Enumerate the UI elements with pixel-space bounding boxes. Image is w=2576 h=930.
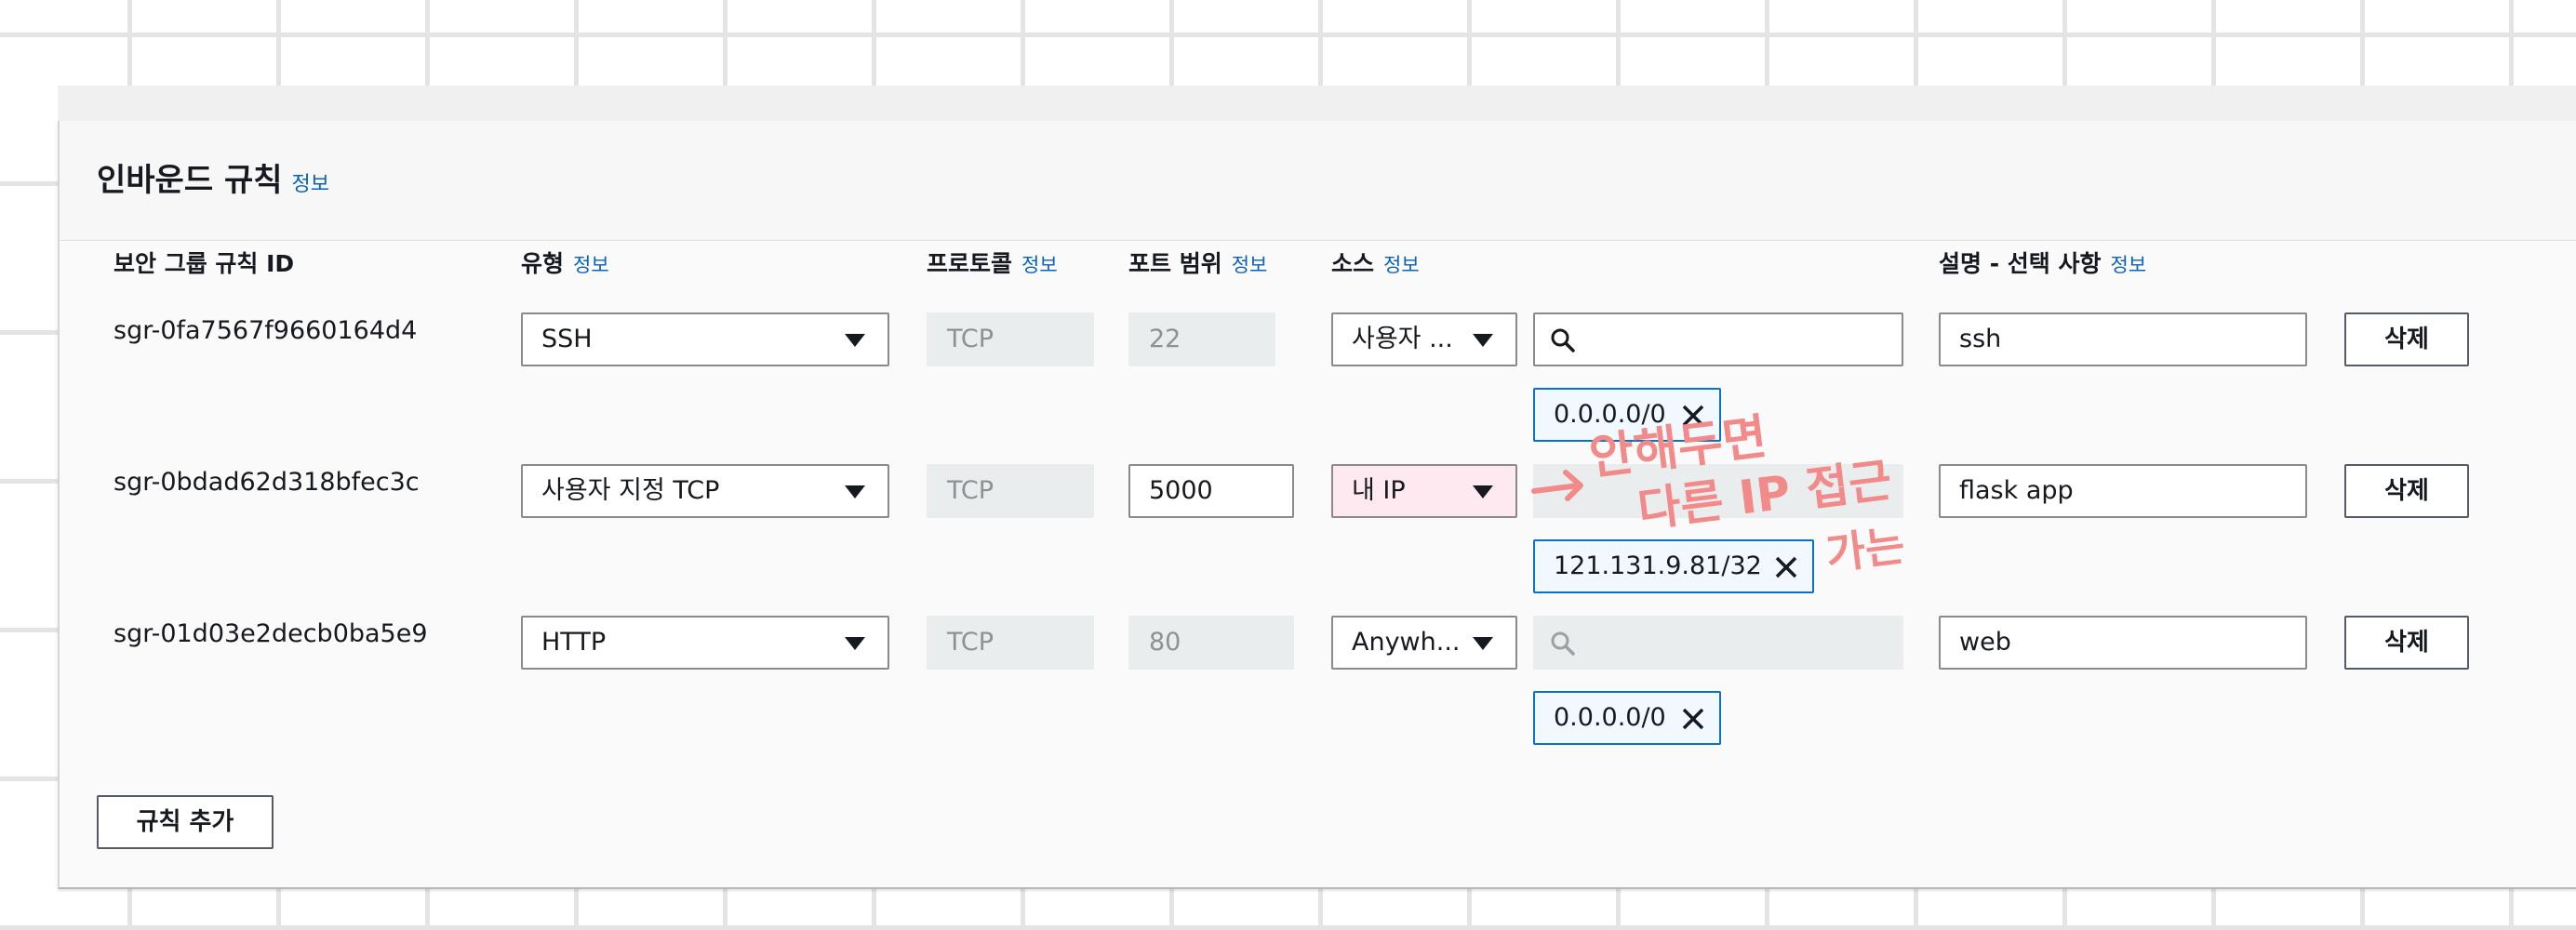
caret-down-icon — [845, 485, 865, 498]
delete-button[interactable]: 삭제 — [2344, 464, 2469, 518]
cidr-search-input — [1533, 616, 1903, 670]
caret-down-icon — [845, 334, 865, 347]
type-select-value: HTTP — [541, 628, 607, 657]
arrow-right-icon — [1531, 470, 1583, 501]
handwritten-annotation: 안해두면 다른 IP 접근 가는 — [1531, 409, 1908, 577]
section-title: 인바운드 규칙 — [97, 162, 283, 199]
description-input[interactable]: ssh — [1939, 312, 2307, 366]
cidr-search-input[interactable] — [1533, 312, 1903, 366]
column-header-rule-id: 보안 그룹 규칙 ID — [113, 246, 294, 279]
column-header-label: 설명 - 선택 사항 — [1939, 250, 2102, 277]
column-header-label: 유형 — [521, 250, 565, 277]
rule-id: sgr-01d03e2decb0ba5e9 — [113, 619, 428, 648]
source-select[interactable]: Anywh... — [1331, 616, 1517, 670]
port-range-input: 22 — [1128, 312, 1275, 366]
caret-down-icon — [1473, 637, 1493, 650]
type-select[interactable]: HTTP — [521, 616, 889, 670]
type-select[interactable]: SSH — [521, 312, 889, 366]
description-input[interactable]: web — [1939, 616, 2307, 670]
column-header-source: 소스 정보 — [1331, 246, 1420, 279]
close-icon[interactable] — [1680, 706, 1706, 732]
port-info-link[interactable]: 정보 — [1232, 254, 1268, 276]
delete-button[interactable]: 삭제 — [2344, 312, 2469, 366]
type-select-value: 사용자 지정 TCP — [541, 476, 720, 505]
caret-down-icon — [845, 637, 865, 650]
column-header-type: 유형 정보 — [521, 246, 609, 279]
column-header-label: 소스 — [1331, 250, 1375, 277]
column-header-protocol: 프로토콜 정보 — [927, 246, 1058, 279]
search-icon — [1551, 328, 1575, 352]
column-header-label: 보안 그룹 규칙 ID — [113, 250, 295, 277]
add-rule-button[interactable]: 규칙 추가 — [97, 795, 274, 849]
protocol-field: TCP — [927, 616, 1094, 670]
title-info-link[interactable]: 정보 — [292, 173, 329, 196]
page-title: 인바운드 규칙 정보 — [97, 154, 329, 200]
protocol-field: TCP — [927, 312, 1094, 366]
cidr-token: 0.0.0.0/0 — [1533, 691, 1721, 745]
source-select-value: 내 IP — [1352, 476, 1406, 505]
port-range-input: 80 — [1128, 616, 1294, 670]
source-select[interactable]: 내 IP — [1331, 464, 1517, 518]
cidr-token-label: 0.0.0.0/0 — [1554, 703, 1666, 732]
rule-id: sgr-0fa7567f9660164d4 — [113, 316, 418, 345]
annotation-line-3: 가는 — [1823, 520, 1908, 577]
delete-button[interactable]: 삭제 — [2344, 616, 2469, 670]
rule-id: sgr-0bdad62d318bfec3c — [113, 468, 420, 497]
panel-top-band — [58, 86, 2576, 123]
column-header-description: 설명 - 선택 사항 정보 — [1939, 246, 2146, 279]
protocol-info-link[interactable]: 정보 — [1021, 254, 1058, 276]
port-range-input[interactable]: 5000 — [1128, 464, 1294, 518]
description-input[interactable]: flask app — [1939, 464, 2307, 518]
column-header-label: 프로토콜 — [927, 250, 1013, 277]
source-select[interactable]: 사용자 ... — [1331, 312, 1517, 366]
panel-header: 인바운드 규칙 정보 — [60, 121, 2576, 241]
column-header-port: 포트 범위 정보 — [1128, 246, 1267, 279]
search-icon — [1551, 631, 1575, 656]
inbound-rules-panel: 인바운드 규칙 정보 보안 그룹 규칙 ID 유형 정보 프로토콜 정보 포트 범위 정… — [58, 121, 2576, 889]
caret-down-icon — [1473, 485, 1493, 498]
source-select-value: 사용자 ... — [1352, 325, 1453, 353]
source-info-link[interactable]: 정보 — [1383, 254, 1420, 276]
column-header-label: 포트 범위 — [1128, 250, 1222, 277]
description-info-link[interactable]: 정보 — [2111, 254, 2147, 276]
type-select[interactable]: 사용자 지정 TCP — [521, 464, 889, 518]
protocol-field: TCP — [927, 464, 1094, 518]
caret-down-icon — [1473, 334, 1493, 347]
type-info-link[interactable]: 정보 — [573, 254, 609, 276]
type-select-value: SSH — [541, 325, 593, 353]
source-select-value: Anywh... — [1352, 628, 1461, 657]
